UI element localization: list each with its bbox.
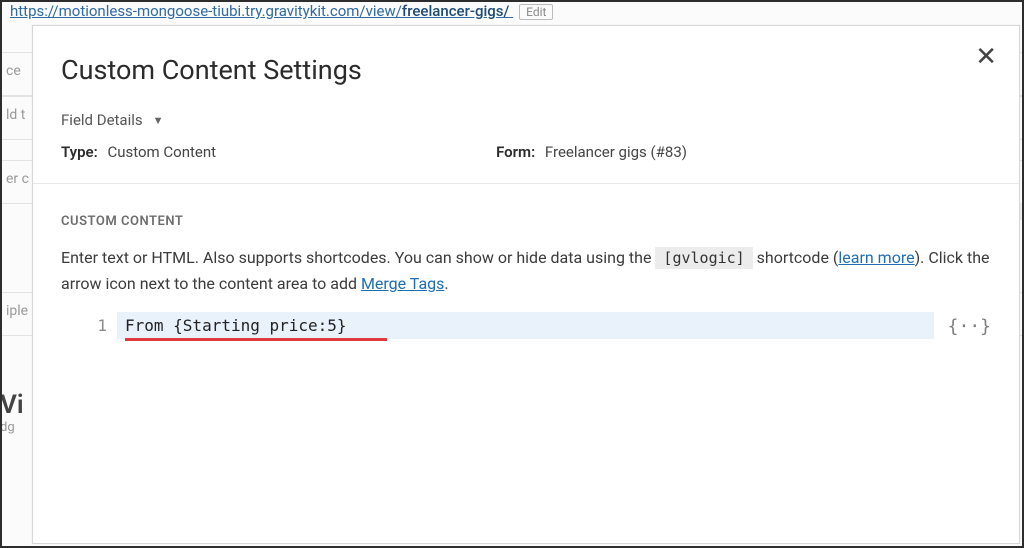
field-form-label: Form: bbox=[496, 143, 535, 161]
learn-more-link[interactable]: learn more bbox=[838, 248, 914, 267]
code-editor-wrap: 1 From {Starting price:5} {⋅⋅} bbox=[61, 312, 991, 472]
braces-icon: {⋅⋅} bbox=[948, 316, 991, 337]
shortcode-chip: [gvlogic] bbox=[655, 247, 752, 269]
bg-cell: ce bbox=[0, 53, 27, 95]
page-url: https://motionless-mongoose-tiubi.try.gr… bbox=[10, 2, 553, 20]
custom-content-settings-modal: ✕ Custom Content Settings Field Details … bbox=[32, 25, 1020, 544]
modal-title: Custom Content Settings bbox=[61, 54, 991, 86]
code-area[interactable]: From {Starting price:5} bbox=[117, 312, 934, 472]
code-gutter: 1 bbox=[61, 312, 117, 472]
code-line: From {Starting price:5} bbox=[117, 312, 934, 339]
modal-body: CUSTOM CONTENT Enter text or HTML. Also … bbox=[33, 184, 1019, 543]
modal-header: ✕ Custom Content Settings Field Details … bbox=[33, 26, 1019, 184]
merge-tag-icon[interactable]: {⋅⋅} bbox=[948, 312, 991, 337]
help-text-part: Enter text or HTML. Also supports shortc… bbox=[61, 248, 655, 267]
close-button[interactable]: ✕ bbox=[975, 44, 997, 70]
bg-cell: iple bbox=[0, 293, 34, 335]
line-number: 1 bbox=[65, 316, 107, 335]
merge-tags-link[interactable]: Merge Tags bbox=[361, 274, 444, 293]
help-text-part: . bbox=[444, 274, 448, 293]
field-details-label: Field Details bbox=[61, 111, 143, 129]
field-form-value: Freelancer gigs (#83) bbox=[545, 143, 687, 161]
chevron-down-icon: ▼ bbox=[153, 114, 164, 127]
edit-slug-button[interactable]: Edit bbox=[519, 4, 553, 20]
bg-cell: ld t bbox=[0, 97, 31, 139]
annotation-underline bbox=[125, 338, 387, 341]
help-text-part: shortcode ( bbox=[757, 248, 839, 267]
section-label: CUSTOM CONTENT bbox=[61, 214, 991, 229]
page-url-slug: freelancer-gigs/ bbox=[402, 2, 509, 20]
bg-heading-fragment: Vi bbox=[0, 390, 24, 420]
field-details-toggle[interactable]: Field Details ▼ bbox=[61, 111, 164, 129]
close-icon: ✕ bbox=[975, 42, 997, 72]
code-editor[interactable]: 1 From {Starting price:5} bbox=[61, 312, 934, 472]
field-type: Type: Custom Content bbox=[61, 143, 216, 161]
bg-text-fragment: dg bbox=[0, 420, 15, 435]
help-text: Enter text or HTML. Also supports shortc… bbox=[61, 245, 991, 298]
bg-cell: er c bbox=[0, 161, 35, 203]
field-meta-row: Type: Custom Content Form: Freelancer gi… bbox=[61, 143, 991, 161]
field-form: Form: Freelancer gigs (#83) bbox=[496, 143, 687, 161]
page-url-prefix: https://motionless-mongoose-tiubi.try.gr… bbox=[10, 2, 402, 20]
field-type-label: Type: bbox=[61, 143, 98, 161]
field-type-value: Custom Content bbox=[107, 143, 216, 161]
